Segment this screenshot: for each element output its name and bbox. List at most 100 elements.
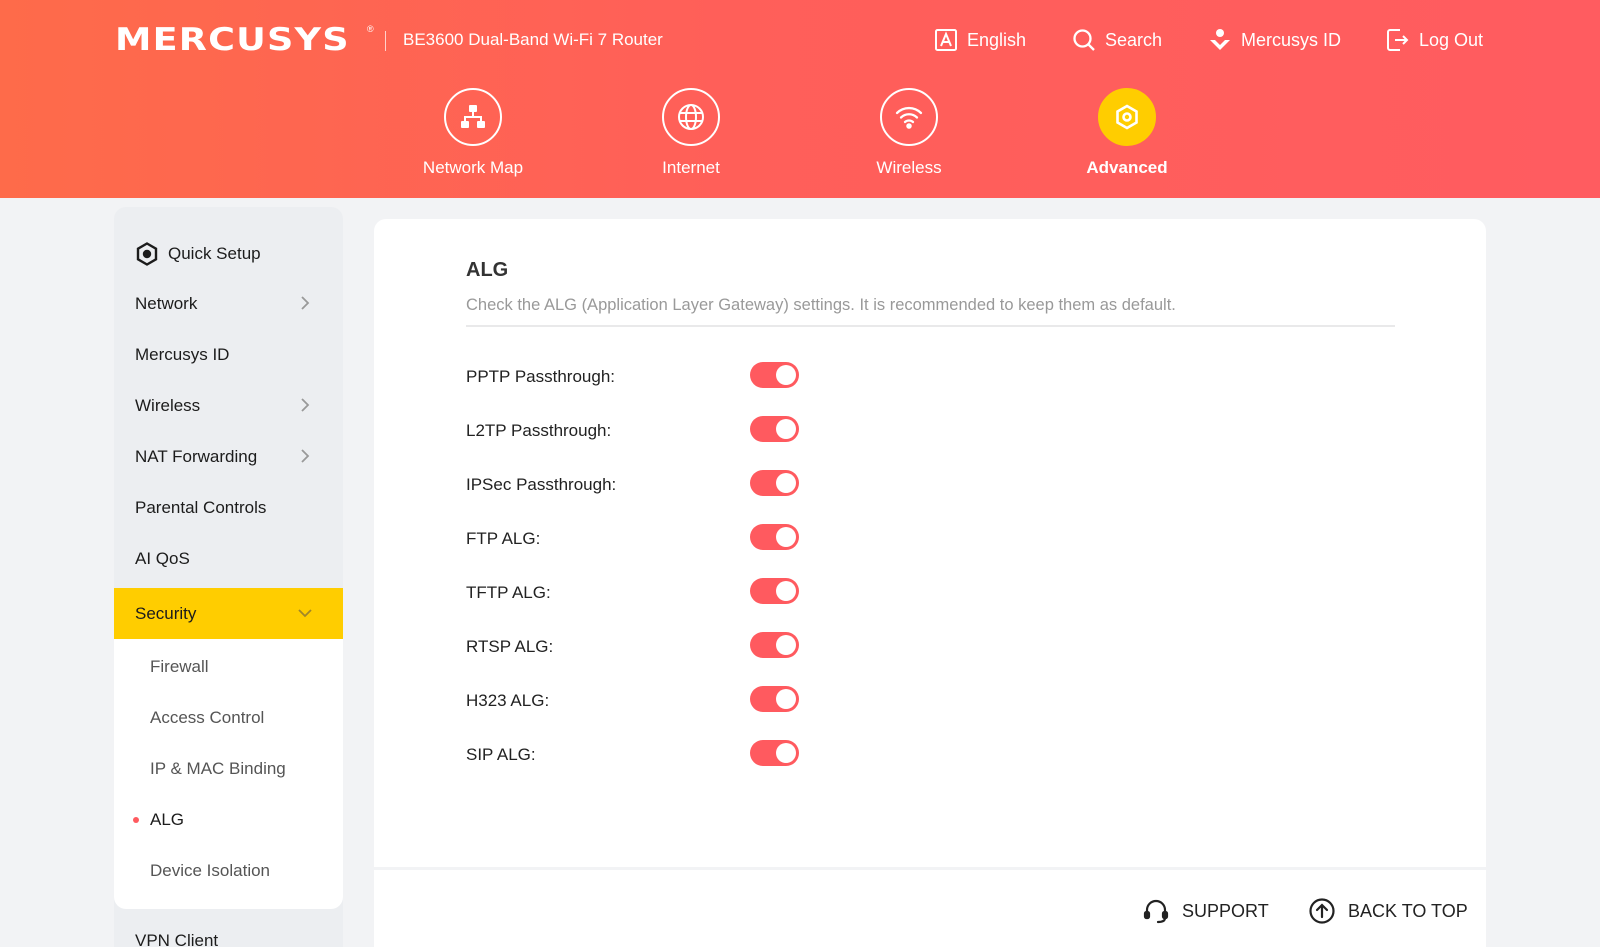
mercusys-id-button[interactable]: Mercusys ID (1208, 28, 1341, 52)
submenu-item-label: Device Isolation (150, 860, 271, 880)
nav-advanced-circle (1098, 88, 1156, 146)
ipsec-passthrough-toggle[interactable] (750, 470, 799, 496)
h323-alg-label: H323 ALG: (466, 691, 550, 710)
submenu-item-device-isolation[interactable]: Device Isolation (114, 845, 343, 896)
nav-internet[interactable]: Internet (611, 88, 771, 178)
page-footer: SUPPORT BACK TO TOP (374, 870, 1486, 947)
toggle-knob (776, 419, 796, 439)
sidebar-item-security[interactable]: Security (114, 588, 343, 639)
submenu-item-alg[interactable]: ALG (114, 794, 343, 845)
sip-alg-toggle[interactable] (750, 740, 799, 766)
title-divider (466, 325, 1395, 327)
chevron-down-icon (298, 609, 312, 618)
nav-wireless[interactable]: Wireless (829, 88, 989, 178)
language-label: English (967, 29, 1027, 50)
rtsp-alg-toggle[interactable] (750, 632, 799, 658)
alg-settings-card: ALG Check the ALG (Application Layer Gat… (374, 219, 1486, 867)
rtsp-alg-label: RTSP ALG: (466, 637, 554, 656)
support-label: SUPPORT (1182, 900, 1269, 921)
toggle-knob (776, 473, 796, 493)
submenu-item-label: Firewall (150, 656, 209, 676)
search-icon (1073, 29, 1095, 51)
ipsec-passthrough-label: IPSec Passthrough: (466, 475, 617, 494)
toggle-knob (776, 635, 796, 655)
h323-alg-toggle[interactable] (750, 686, 799, 712)
toggle-knob (776, 689, 796, 709)
nav-wireless-circle (880, 88, 938, 146)
ftp-alg-toggle[interactable] (750, 524, 799, 550)
chevron-right-icon (301, 449, 310, 463)
ftp-alg-label: FTP ALG: (466, 529, 541, 548)
sidebar-item-parental-controls[interactable]: Parental Controls (114, 482, 343, 533)
submenu-item-ip-mac-binding[interactable]: IP & MAC Binding (114, 743, 343, 794)
sidebar-item-ai-qos[interactable]: AI QoS (114, 533, 343, 584)
support-link[interactable]: SUPPORT (1142, 897, 1269, 925)
l2tp-passthrough-toggle[interactable] (750, 416, 799, 442)
account-icon (1210, 29, 1230, 50)
sidebar-item-mercusys-id[interactable]: Mercusys ID (114, 329, 343, 380)
security-submenu: Firewall Access Control IP & MAC Binding… (114, 639, 343, 909)
top-links: English Search Mercusys ID Log Out (0, 28, 1600, 56)
nav-advanced[interactable]: Advanced (1047, 88, 1207, 178)
chevron-right-icon (301, 398, 310, 412)
l2tp-passthrough-label: L2TP Passthrough: (466, 421, 612, 440)
toggle-knob (776, 743, 796, 763)
gear-icon (1116, 104, 1138, 130)
logout-label: Log Out (1419, 29, 1484, 50)
toggle-knob (776, 527, 796, 547)
sidebar-item-label: Wireless (135, 395, 201, 415)
globe-icon (678, 104, 704, 130)
nav-network-map-circle (444, 88, 502, 146)
search-button[interactable]: Search (1072, 28, 1162, 52)
sidebar-item-label: Mercusys ID (135, 344, 230, 364)
logout-icon (1387, 29, 1409, 51)
language-icon (935, 29, 957, 51)
tftp-alg-toggle[interactable] (750, 578, 799, 604)
sidebar-item-quick-setup[interactable]: Quick Setup (114, 228, 343, 279)
sidebar-item-vpn-client[interactable]: VPN Client (114, 915, 343, 947)
page-description: Check the ALG (Application Layer Gateway… (466, 296, 1176, 314)
arrow-up-circle-icon (1309, 898, 1335, 924)
top-header: MERCUSYS ® BE3600 Dual-Band Wi-Fi 7 Rout… (0, 0, 1600, 198)
quick-setup-gear-icon (136, 241, 158, 266)
pptp-passthrough-toggle[interactable] (750, 362, 799, 388)
nav-network-map[interactable]: Network Map (393, 88, 553, 178)
sidebar-item-label: Parental Controls (135, 497, 267, 517)
sip-alg-label: SIP ALG: (466, 745, 536, 764)
submenu-item-label: ALG (150, 809, 185, 829)
sidebar-item-nat-forwarding[interactable]: NAT Forwarding (114, 431, 343, 482)
submenu-item-label: IP & MAC Binding (150, 758, 286, 778)
back-to-top-link[interactable]: BACK TO TOP (1308, 897, 1468, 925)
toggle-knob (776, 365, 796, 385)
sidebar: Quick Setup Network Mercusys ID Wireless… (114, 207, 343, 947)
sidebar-item-network[interactable]: Network (114, 278, 343, 329)
sidebar-item-label: AI QoS (135, 548, 190, 568)
sidebar-item-label: Network (135, 293, 198, 313)
sidebar-item-label: NAT Forwarding (135, 446, 258, 466)
sidebar-item-wireless[interactable]: Wireless (114, 380, 343, 431)
logout-button[interactable]: Log Out (1386, 28, 1483, 52)
language-button[interactable]: English (934, 28, 1026, 52)
pptp-passthrough-label: PPTP Passthrough: (466, 367, 615, 386)
chevron-right-icon (301, 296, 310, 310)
search-label: Search (1105, 29, 1163, 50)
nav-internet-circle (662, 88, 720, 146)
page-title: ALG (466, 259, 509, 281)
submenu-item-firewall[interactable]: Firewall (114, 641, 343, 692)
headset-icon (1143, 899, 1169, 924)
network-map-icon (461, 105, 485, 128)
sidebar-item-label: Quick Setup (168, 243, 261, 263)
toggle-knob (776, 581, 796, 601)
sidebar-item-label: Security (135, 603, 197, 623)
nav-internet-label: Internet (662, 158, 720, 177)
mercusys-id-label: Mercusys ID (1241, 29, 1342, 50)
back-to-top-label: BACK TO TOP (1348, 900, 1468, 921)
nav-wireless-label: Wireless (876, 158, 942, 177)
submenu-item-label: Access Control (150, 707, 265, 727)
sidebar-item-label: VPN Client (135, 930, 219, 947)
nav-network-map-label: Network Map (422, 158, 524, 177)
tftp-alg-label: TFTP ALG: (466, 583, 551, 602)
submenu-item-access-control[interactable]: Access Control (114, 692, 343, 743)
current-indicator-dot (133, 817, 139, 823)
nav-advanced-label: Advanced (1086, 158, 1168, 177)
